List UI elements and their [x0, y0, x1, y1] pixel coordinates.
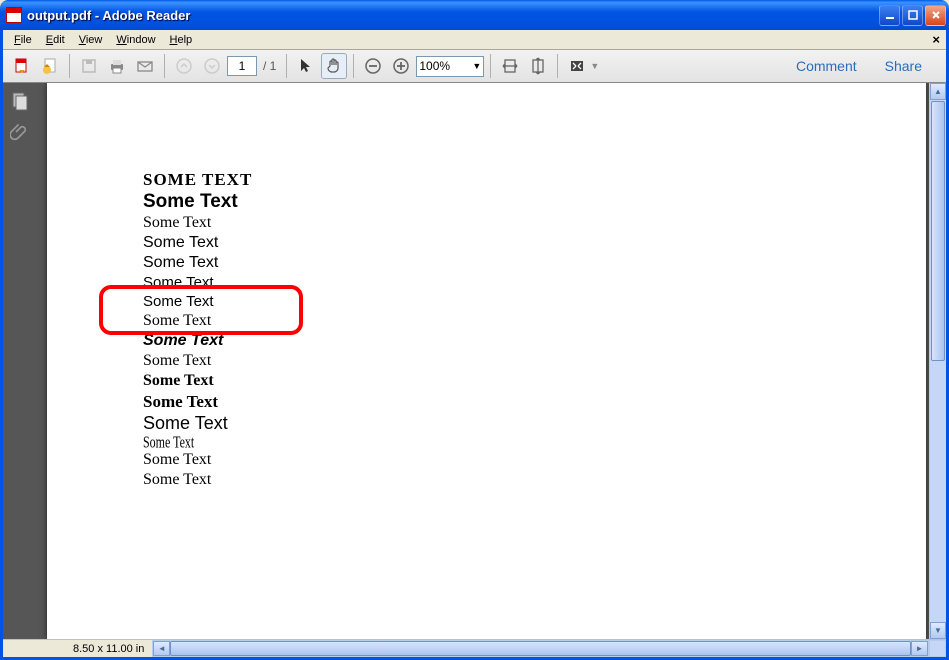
export-pdf-button[interactable] [9, 53, 35, 79]
text-line: Some Text [143, 452, 252, 468]
resize-grip[interactable] [929, 640, 946, 657]
vertical-scrollbar[interactable]: ▲ ▼ [929, 83, 946, 639]
text-line: Some Text [143, 215, 252, 231]
menu-window[interactable]: Window [109, 32, 162, 48]
content-area: SOME TEXTSome TextSome TextSome TextSome… [3, 83, 946, 639]
attachments-tab-icon[interactable] [10, 122, 30, 145]
page-total-label: / 1 [263, 59, 276, 73]
menu-view[interactable]: View [72, 32, 110, 48]
share-button[interactable]: Share [877, 54, 930, 78]
document-viewport[interactable]: SOME TEXTSome TextSome TextSome TextSome… [37, 83, 946, 639]
menu-file[interactable]: File [7, 32, 39, 48]
read-mode-button[interactable] [564, 53, 590, 79]
side-panel [3, 83, 37, 639]
zoom-select[interactable]: 100% ▼ [416, 56, 484, 77]
page-up-button[interactable] [171, 53, 197, 79]
text-line: Some Text [143, 414, 252, 432]
document-close-icon[interactable]: × [925, 30, 942, 49]
page-dimensions-label: 8.50 x 11.00 in [73, 643, 144, 655]
menu-edit[interactable]: Edit [39, 32, 72, 48]
pdf-page: SOME TEXTSome TextSome TextSome TextSome… [47, 83, 926, 639]
scroll-down-button[interactable]: ▼ [930, 622, 946, 639]
close-button[interactable] [925, 5, 946, 26]
dropdown-arrow-icon[interactable]: ▼ [590, 61, 599, 71]
zoom-value: 100% [419, 59, 450, 73]
create-pdf-button[interactable] [37, 53, 63, 79]
text-line: Some Text [143, 192, 252, 211]
window-title: output.pdf - Adobe Reader [27, 8, 877, 23]
scroll-thumb[interactable] [931, 101, 945, 361]
fit-width-button[interactable] [497, 53, 523, 79]
scroll-up-button[interactable]: ▲ [930, 83, 946, 100]
text-line: Some Text [143, 373, 252, 389]
selection-tool-button[interactable] [293, 53, 319, 79]
dropdown-arrow-icon: ▼ [472, 61, 481, 71]
zoom-out-button[interactable] [360, 53, 386, 79]
text-line: Some Text [143, 235, 252, 251]
text-line: Some Text [143, 393, 252, 410]
window-titlebar: output.pdf - Adobe Reader [0, 0, 949, 30]
menu-bar: File Edit View Window Help × [3, 30, 946, 50]
scroll-left-button[interactable]: ◄ [153, 641, 170, 656]
text-line: Some Text [143, 333, 252, 349]
scroll-right-button[interactable]: ► [911, 641, 928, 656]
text-line: SOME TEXT [143, 171, 252, 188]
toolbar: / 1 100% ▼ ▼ Comment Share [3, 50, 946, 83]
print-button[interactable] [104, 53, 130, 79]
annotation-highlight-box [99, 285, 303, 335]
minimize-button[interactable] [879, 5, 900, 26]
text-line: Some Text [143, 353, 252, 369]
thumbnails-tab-icon[interactable] [10, 91, 30, 114]
horizontal-scrollbar[interactable]: ◄ ► [152, 640, 929, 657]
page-number-input[interactable] [227, 56, 257, 76]
text-line: Some Text [143, 472, 252, 488]
text-line: Some Text [143, 434, 252, 451]
hand-tool-button[interactable] [321, 53, 347, 79]
email-button[interactable] [132, 53, 158, 79]
save-button[interactable] [76, 53, 102, 79]
menu-help[interactable]: Help [163, 32, 200, 48]
hscroll-thumb[interactable] [170, 641, 911, 656]
fit-page-button[interactable] [525, 53, 551, 79]
status-bar: 8.50 x 11.00 in ◄ ► [3, 639, 946, 657]
maximize-button[interactable] [902, 5, 923, 26]
text-line: Some Text [143, 255, 252, 271]
app-icon [6, 7, 22, 23]
zoom-in-button[interactable] [388, 53, 414, 79]
page-down-button[interactable] [199, 53, 225, 79]
comment-button[interactable]: Comment [788, 54, 865, 78]
